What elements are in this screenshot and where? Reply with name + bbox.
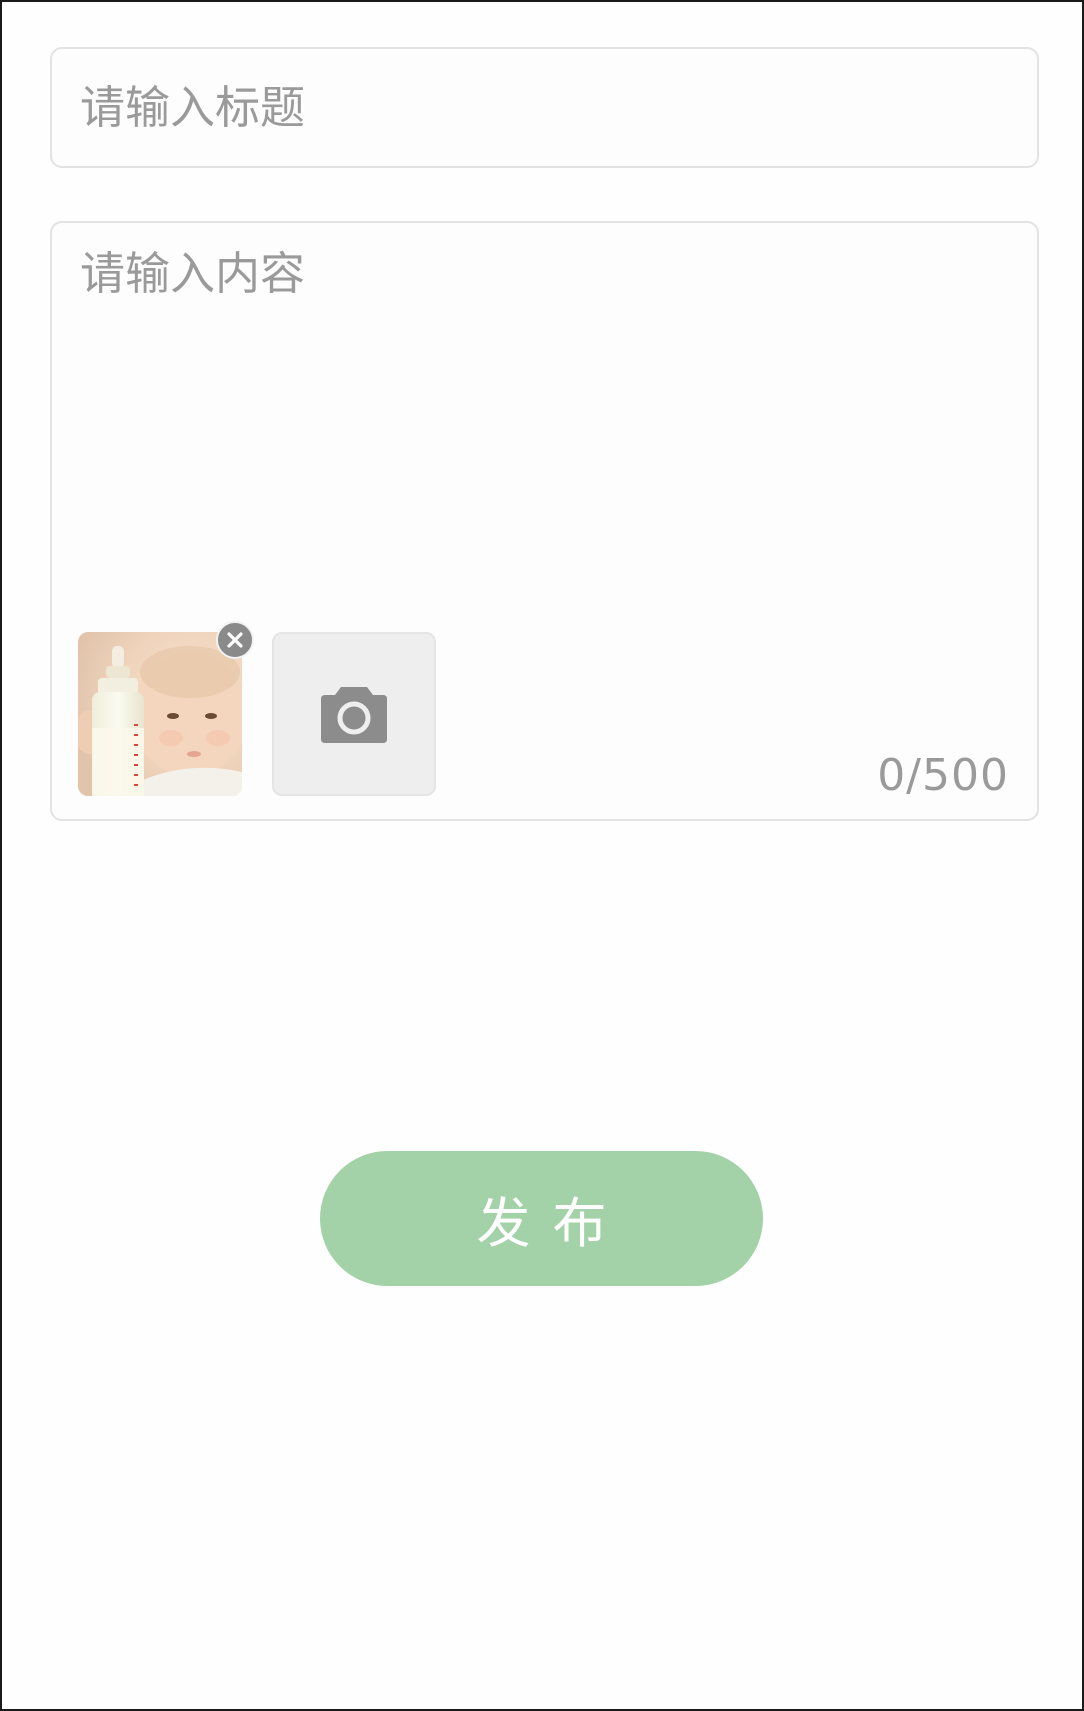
publish-button[interactable]: 发布 <box>320 1151 763 1286</box>
title-input[interactable] <box>80 49 1000 166</box>
title-field[interactable] <box>50 47 1039 168</box>
attached-photo-thumbnail[interactable] <box>78 632 242 796</box>
camera-icon <box>321 687 387 743</box>
remove-photo-button[interactable] <box>216 621 254 659</box>
content-field[interactable]: 0/500 <box>50 221 1039 821</box>
content-input[interactable] <box>80 245 1000 605</box>
character-counter: 0/500 <box>877 750 1009 801</box>
baby-photo-image <box>78 632 242 796</box>
remove-icon <box>227 632 243 648</box>
compose-screen: 0/500 发布 <box>0 0 1084 1711</box>
add-photo-button[interactable] <box>272 632 436 796</box>
